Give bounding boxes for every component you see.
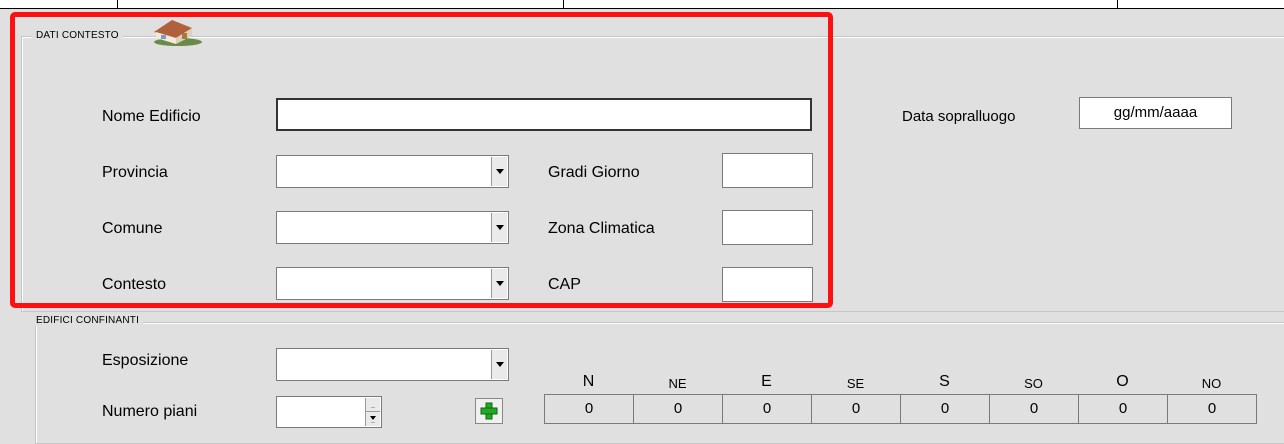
spinner-up-button[interactable] <box>366 398 380 412</box>
direction-value-cell[interactable]: 0 <box>723 395 812 423</box>
direction-values: 0 0 0 0 0 0 0 0 <box>544 394 1257 424</box>
chevron-down-icon <box>495 362 504 367</box>
dropdown-button[interactable] <box>491 157 507 186</box>
direction-label: SE <box>846 376 865 391</box>
zona-climatica-label: Zona Climatica <box>548 220 655 237</box>
direction-label: N <box>582 373 595 390</box>
numero-piani-spinner[interactable] <box>276 396 382 428</box>
direction-label: SO <box>1024 376 1043 391</box>
edifici-confinanti-legend: EDIFICI CONFINANTI <box>32 315 144 326</box>
cap-input[interactable] <box>722 267 813 302</box>
dropdown-button[interactable] <box>491 269 507 298</box>
dropdown-button[interactable] <box>491 350 507 379</box>
chevron-down-icon <box>495 225 504 230</box>
add-button[interactable] <box>475 398 503 424</box>
edifici-confinanti-title: EDIFICI CONFINANTI <box>36 315 140 326</box>
gradi-giorno-label: Gradi Giorno <box>548 164 640 181</box>
provincia-select[interactable] <box>276 155 509 188</box>
plus-icon <box>480 402 498 420</box>
top-divider <box>117 0 118 8</box>
dropdown-button[interactable] <box>491 213 507 242</box>
direction-value-cell[interactable]: 0 <box>1168 395 1257 423</box>
direction-value-cell[interactable]: 0 <box>545 395 634 423</box>
zona-climatica-input[interactable] <box>722 210 813 245</box>
direction-label: S <box>939 373 950 390</box>
chevron-down-icon <box>495 169 504 174</box>
direction-value-cell[interactable]: 0 <box>812 395 901 423</box>
dati-contesto-legend: DATI CONTESTO <box>32 30 123 41</box>
chevron-down-icon <box>370 415 376 423</box>
provincia-label: Provincia <box>102 164 168 181</box>
house-icon <box>154 20 202 46</box>
nome-edificio-label: Nome Edificio <box>102 108 201 125</box>
spinner-down-button[interactable] <box>366 412 380 426</box>
top-divider <box>1117 0 1118 8</box>
cap-label: CAP <box>548 276 581 293</box>
comune-label: Comune <box>102 220 163 237</box>
esposizione-select[interactable] <box>276 348 509 381</box>
top-strip <box>0 0 1284 9</box>
direction-label: NO <box>1201 376 1222 391</box>
chevron-down-icon <box>495 281 504 286</box>
esposizione-label: Esposizione <box>102 352 189 369</box>
dati-contesto-title: DATI CONTESTO <box>36 30 119 41</box>
numero-piani-label: Numero piani <box>102 403 198 420</box>
direction-label: O <box>1116 373 1129 390</box>
direction-label: E <box>761 373 772 390</box>
contesto-label: Contesto <box>102 276 167 293</box>
contesto-select[interactable] <box>276 267 509 300</box>
spinner-buttons[interactable] <box>365 398 380 426</box>
chevron-up-icon <box>370 401 376 408</box>
gradi-giorno-input[interactable] <box>722 153 813 188</box>
data-sopralluogo-label: Data sopralluogo <box>902 108 1016 125</box>
direction-value-cell[interactable]: 0 <box>901 395 990 423</box>
top-divider <box>563 0 564 8</box>
direction-value-cell[interactable]: 0 <box>990 395 1079 423</box>
nome-edificio-input[interactable] <box>276 98 812 131</box>
direction-value-cell[interactable]: 0 <box>634 395 723 423</box>
direction-value-cell[interactable]: 0 <box>1079 395 1168 423</box>
direction-label: NE <box>668 376 687 391</box>
comune-select[interactable] <box>276 211 509 244</box>
dati-contesto-group <box>21 36 1284 312</box>
data-sopralluogo-input[interactable]: gg/mm/aaaa <box>1079 97 1232 129</box>
